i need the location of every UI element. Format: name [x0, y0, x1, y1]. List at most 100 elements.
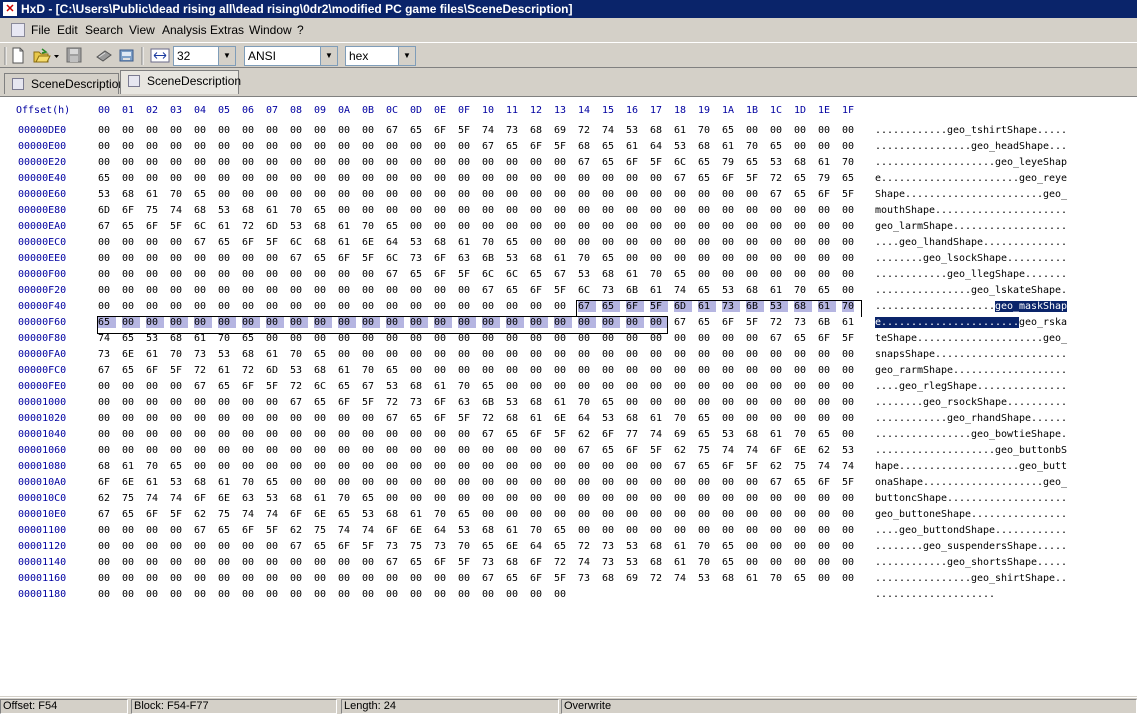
hex-byte[interactable]: 65 — [698, 461, 710, 472]
hex-byte[interactable]: 00 — [146, 285, 158, 296]
hex-byte[interactable]: 67 — [194, 381, 206, 392]
hex-byte[interactable]: 00 — [794, 221, 806, 232]
hex-byte[interactable]: 00 — [434, 589, 446, 600]
hex-byte[interactable]: 00 — [650, 333, 662, 344]
hex-byte[interactable]: 70 — [290, 349, 302, 360]
hex-byte[interactable]: 6F — [338, 397, 350, 408]
hex-byte[interactable]: 00 — [98, 253, 110, 264]
hex-byte[interactable]: 00 — [362, 461, 374, 472]
hex-byte[interactable]: 68 — [602, 269, 614, 280]
hex-byte[interactable]: 00 — [266, 173, 278, 184]
hex-byte[interactable]: 00 — [194, 301, 206, 312]
hex-byte[interactable]: 00 — [674, 333, 686, 344]
hex-byte[interactable]: 61 — [818, 301, 837, 312]
hex-byte[interactable]: 00 — [722, 189, 734, 200]
hex-byte[interactable]: 61 — [626, 141, 638, 152]
hex-byte[interactable]: 00 — [818, 413, 830, 424]
hex-byte[interactable]: 70 — [842, 301, 855, 312]
hex-byte[interactable]: 53 — [290, 221, 302, 232]
ascii-column[interactable]: ....geo_lhandShape.............. — [875, 237, 1067, 248]
hex-byte[interactable]: 63 — [242, 493, 254, 504]
ascii-column[interactable]: hape....................geo_butt — [875, 461, 1067, 472]
hex-byte[interactable]: 6F — [602, 429, 614, 440]
hex-byte[interactable]: 00 — [242, 541, 254, 552]
hex-byte[interactable]: 65 — [122, 221, 134, 232]
hex-byte[interactable]: 00 — [410, 477, 422, 488]
hex-byte[interactable]: 00 — [674, 237, 686, 248]
hex-byte[interactable]: 00 — [506, 509, 518, 520]
hex-byte[interactable]: 00 — [98, 397, 110, 408]
hex-byte[interactable]: 6F — [242, 237, 254, 248]
hex-byte[interactable]: 00 — [626, 317, 645, 328]
hex-byte[interactable]: 5F — [458, 413, 470, 424]
hex-byte[interactable]: 67 — [386, 269, 398, 280]
hex-byte[interactable]: 00 — [434, 477, 446, 488]
hex-byte[interactable]: 00 — [434, 349, 446, 360]
hex-byte[interactable]: 75 — [410, 541, 422, 552]
bytes-per-row-select[interactable]: 32 ▼ — [173, 46, 236, 66]
hex-byte[interactable]: 6B — [482, 253, 494, 264]
hex-byte[interactable]: 6C — [506, 269, 518, 280]
hex-byte[interactable]: 00 — [362, 317, 381, 328]
hex-byte[interactable]: 00 — [314, 573, 326, 584]
hex-byte[interactable]: 5F — [554, 573, 566, 584]
hex-byte[interactable]: 00 — [386, 461, 398, 472]
hex-byte[interactable]: 00 — [410, 141, 422, 152]
hex-byte[interactable]: 53 — [362, 509, 374, 520]
hex-byte[interactable]: 00 — [146, 397, 158, 408]
hex-byte[interactable]: 00 — [554, 493, 566, 504]
hex-byte[interactable]: 5F — [650, 157, 662, 168]
hex-byte[interactable]: 00 — [170, 557, 182, 568]
hex-byte[interactable]: 00 — [290, 445, 302, 456]
hex-byte[interactable]: 6B — [482, 397, 494, 408]
hex-byte[interactable]: 70 — [674, 413, 686, 424]
hex-byte[interactable]: 00 — [530, 221, 542, 232]
hex-byte[interactable]: 00 — [794, 205, 806, 216]
hex-byte[interactable]: 6E — [554, 413, 566, 424]
hex-byte[interactable]: 00 — [170, 301, 182, 312]
hex-byte[interactable]: 68 — [122, 189, 134, 200]
hex-byte[interactable]: 00 — [602, 461, 614, 472]
hex-byte[interactable]: 6F — [818, 333, 830, 344]
hex-byte[interactable]: 00 — [578, 477, 590, 488]
hex-byte[interactable]: 00 — [122, 397, 134, 408]
hex-byte[interactable]: 70 — [698, 557, 710, 568]
hex-byte[interactable]: 74 — [266, 509, 278, 520]
hex-byte[interactable]: 67 — [194, 525, 206, 536]
hex-byte[interactable]: 00 — [434, 157, 446, 168]
hex-byte[interactable]: 00 — [842, 525, 854, 536]
hex-byte[interactable]: 6F — [146, 509, 158, 520]
hex-byte[interactable]: 67 — [386, 413, 398, 424]
hex-byte[interactable]: 53 — [722, 429, 734, 440]
hex-byte[interactable]: 00 — [242, 413, 254, 424]
hex-byte[interactable]: 00 — [818, 349, 830, 360]
hex-byte[interactable]: 00 — [386, 445, 398, 456]
hex-byte[interactable]: 00 — [122, 125, 134, 136]
hex-byte[interactable]: 74 — [98, 333, 110, 344]
hex-byte[interactable]: 61 — [194, 333, 206, 344]
hex-byte[interactable]: 00 — [410, 221, 422, 232]
hex-byte[interactable]: 00 — [218, 253, 230, 264]
hex-byte[interactable]: 00 — [842, 557, 854, 568]
hex-byte[interactable]: 00 — [482, 333, 494, 344]
hex-byte[interactable]: 00 — [362, 205, 374, 216]
hex-byte[interactable]: 00 — [794, 125, 806, 136]
hex-byte[interactable]: 00 — [314, 301, 326, 312]
hex-byte[interactable]: 00 — [386, 317, 405, 328]
hex-byte[interactable]: 5F — [554, 285, 566, 296]
hex-byte[interactable]: 00 — [530, 381, 542, 392]
hex-byte[interactable]: 00 — [146, 445, 158, 456]
hex-byte[interactable]: 00 — [770, 253, 782, 264]
hex-byte[interactable]: 67 — [770, 477, 782, 488]
hex-byte[interactable]: 00 — [746, 397, 758, 408]
hex-byte[interactable]: 00 — [770, 381, 782, 392]
hex-byte[interactable]: 00 — [314, 477, 326, 488]
hex-byte[interactable]: 00 — [746, 269, 758, 280]
hex-byte[interactable]: 5F — [170, 365, 182, 376]
hex-byte[interactable]: 70 — [362, 365, 374, 376]
hex-byte[interactable]: 00 — [410, 461, 422, 472]
hex-byte[interactable]: 72 — [242, 221, 254, 232]
hex-byte[interactable]: 00 — [386, 301, 398, 312]
hex-byte[interactable]: 00 — [290, 461, 302, 472]
hex-byte[interactable]: 00 — [218, 557, 230, 568]
